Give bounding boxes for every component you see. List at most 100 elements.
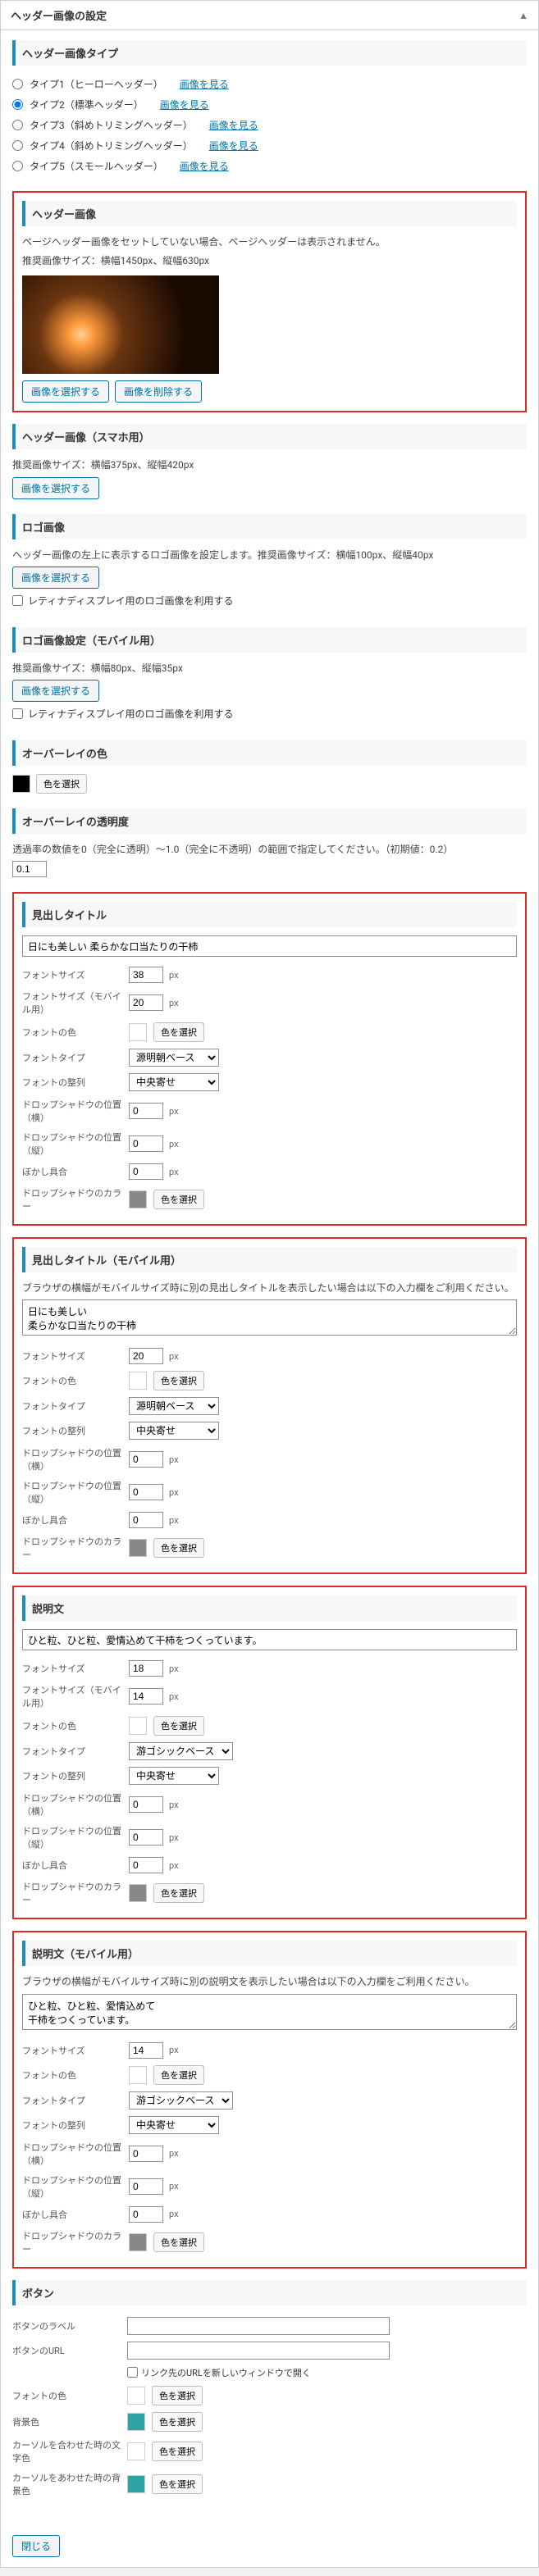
title-pc-align-select[interactable]: 中央寄せ (129, 1073, 219, 1091)
title-sp-align-label: フォントの整列 (22, 1424, 129, 1437)
desc-sp-note: ブラウザの横幅がモバイルサイズ時に別の説明文を表示したい場合は以下の入力欄をご利… (22, 1974, 517, 1990)
desc-pc-shadowv-input[interactable] (129, 1829, 163, 1846)
desc-sp-fonttype-select[interactable]: 游ゴシックベース (129, 2091, 233, 2109)
button-cursorbg-button[interactable]: 色を選択 (152, 2474, 203, 2494)
desc-pc-fontsize-input[interactable] (129, 1660, 163, 1677)
header-type-radio-1[interactable] (12, 79, 23, 89)
button-fontcolor-button[interactable]: 色を選択 (152, 2386, 203, 2405)
desc-pc-text-input[interactable] (22, 1629, 517, 1650)
header-type-label-4: タイプ4（斜めトリミングヘッダー） (30, 139, 193, 152)
header-image-remove-button[interactable]: 画像を削除する (115, 380, 202, 403)
color-swatch (129, 1190, 147, 1208)
desc-pc-shadowh-input[interactable] (129, 1796, 163, 1813)
desc-sp-blur-input[interactable] (129, 2206, 163, 2223)
desc-pc-blur-label: ぼかし具合 (22, 1859, 129, 1872)
view-link-3[interactable]: 画像を見る (209, 118, 258, 132)
px-unit: px (169, 1106, 179, 1117)
title-pc-shadowv-input[interactable] (129, 1136, 163, 1152)
desc-sp-heading: 説明文（モバイル用） (22, 1941, 517, 1966)
overlay-opacity-input[interactable] (12, 861, 47, 877)
desc-pc-fontsizesp-input[interactable] (129, 1688, 163, 1704)
button-newwin-checkbox[interactable] (127, 2367, 138, 2378)
title-sp-align-select[interactable]: 中央寄せ (129, 1422, 219, 1440)
header-image-sp-select-button[interactable]: 画像を選択する (12, 477, 99, 499)
title-pc-fonttype-select[interactable]: 源明朝ベース (129, 1049, 219, 1067)
px-unit: px (169, 970, 179, 981)
title-pc-fontsizesp-input[interactable] (129, 994, 163, 1011)
desc-pc-fonttype-select[interactable]: 游ゴシックベース (129, 1742, 233, 1760)
title-pc-shadowcolor-label: ドロップシャドウのカラー (22, 1186, 129, 1213)
button-cursorbg-label: カーソルをあわせた時の背景色 (12, 2471, 127, 2497)
view-link-2[interactable]: 画像を見る (160, 98, 209, 112)
logo-select-button[interactable]: 画像を選択する (12, 567, 99, 589)
logo-sp-retina-checkbox[interactable] (12, 708, 23, 719)
close-button[interactable]: 閉じる (12, 2535, 60, 2557)
title-sp-fontcolor-button[interactable]: 色を選択 (153, 1371, 204, 1390)
color-swatch (129, 1372, 147, 1390)
title-sp-box: 見出しタイトル（モバイル用） ブラウザの横幅がモバイルサイズ時に別の見出しタイト… (12, 1237, 527, 1574)
title-sp-fontsize-label: フォントサイズ (22, 1349, 129, 1363)
desc-sp-shadowv-input[interactable] (129, 2178, 163, 2195)
title-pc-shadowv-label: ドロップシャドウの位置（縦） (22, 1131, 129, 1157)
desc-sp-text-input[interactable] (22, 1994, 517, 2030)
px-unit: px (169, 2148, 179, 2159)
view-link-5[interactable]: 画像を見る (180, 159, 229, 173)
header-type-radio-5[interactable] (12, 161, 23, 171)
view-link-4[interactable]: 画像を見る (209, 139, 258, 152)
title-sp-fonttype-select[interactable]: 源明朝ベース (129, 1397, 219, 1415)
title-sp-shadowv-input[interactable] (129, 1484, 163, 1500)
title-pc-fontcolor-button[interactable]: 色を選択 (153, 1022, 204, 1042)
desc-pc-shadowv-label: ドロップシャドウの位置（縦） (22, 1824, 129, 1850)
desc-sp-shadowh-input[interactable] (129, 2146, 163, 2162)
button-cursortext-button[interactable]: 色を選択 (152, 2442, 203, 2461)
title-sp-shadowcolor-button[interactable]: 色を選択 (153, 1538, 204, 1558)
title-pc-text-input[interactable] (22, 935, 517, 957)
title-pc-blur-input[interactable] (129, 1163, 163, 1180)
title-pc-shadowcolor-button[interactable]: 色を選択 (153, 1190, 204, 1209)
desc-sp-shadowcolor-label: ドロップシャドウのカラー (22, 2229, 129, 2255)
desc-pc-shadowcolor-button[interactable]: 色を選択 (153, 1883, 204, 1903)
desc-sp-shadowcolor-button[interactable]: 色を選択 (153, 2232, 204, 2252)
px-unit: px (169, 1351, 179, 1362)
color-swatch (127, 2413, 145, 2431)
title-pc-fontsize-input[interactable] (129, 967, 163, 983)
title-sp-fontcolor-label: フォントの色 (22, 1374, 129, 1387)
title-sp-shadowh-input[interactable] (129, 1451, 163, 1468)
header-type-radio-2[interactable] (12, 99, 23, 110)
title-sp-blur-input[interactable] (129, 1512, 163, 1528)
desc-sp-align-select[interactable]: 中央寄せ (129, 2116, 219, 2134)
logo-retina-checkbox[interactable] (12, 595, 23, 606)
color-swatch (129, 1717, 147, 1735)
desc-pc-blur-input[interactable] (129, 1857, 163, 1873)
overlay-color-button[interactable]: 色を選択 (36, 774, 87, 794)
desc-pc-align-select[interactable]: 中央寄せ (129, 1767, 219, 1785)
desc-sp-fontcolor-button[interactable]: 色を選択 (153, 2065, 204, 2085)
header-type-label-2: タイプ2（標準ヘッダー） (30, 98, 144, 112)
header-type-radio-4[interactable] (12, 140, 23, 151)
px-unit: px (169, 2045, 179, 2055)
desc-pc-shadowcolor-label: ドロップシャドウのカラー (22, 1880, 129, 1906)
title-sp-heading: 見出しタイトル（モバイル用） (22, 1247, 517, 1272)
header-image-select-button[interactable]: 画像を選択する (22, 380, 109, 403)
button-bg-button[interactable]: 色を選択 (152, 2412, 203, 2432)
px-unit: px (169, 2181, 179, 2191)
title-pc-shadowh-input[interactable] (129, 1103, 163, 1119)
button-url-input[interactable] (127, 2342, 390, 2360)
desc-pc-fontcolor-button[interactable]: 色を選択 (153, 1716, 204, 1736)
title-sp-note: ブラウザの横幅がモバイルサイズ時に別の見出しタイトルを表示したい場合は以下の入力… (22, 1281, 517, 1296)
color-swatch (129, 1884, 147, 1902)
title-pc-box: 見出しタイトル フォントサイズpx フォントサイズ（モバイル用）px フォントの… (12, 892, 527, 1226)
desc-sp-fontsize-input[interactable] (129, 2042, 163, 2059)
title-sp-fontsize-input[interactable] (129, 1348, 163, 1364)
panel-toggle-icon[interactable]: ▲ (518, 10, 528, 21)
desc-pc-shadowh-label: ドロップシャドウの位置（横） (22, 1791, 129, 1818)
button-label-input[interactable] (127, 2317, 390, 2335)
header-type-radio-3[interactable] (12, 120, 23, 130)
view-link-1[interactable]: 画像を見る (180, 77, 229, 91)
header-image-sp-heading: ヘッダー画像（スマホ用） (12, 424, 527, 449)
logo-sp-select-button[interactable]: 画像を選択する (12, 680, 99, 702)
title-sp-text-input[interactable] (22, 1299, 517, 1336)
color-swatch (129, 1539, 147, 1557)
header-image-note2: 推奨画像サイズ：横幅1450px、縦幅630px (22, 253, 517, 269)
desc-sp-fontsize-label: フォントサイズ (22, 2044, 129, 2057)
